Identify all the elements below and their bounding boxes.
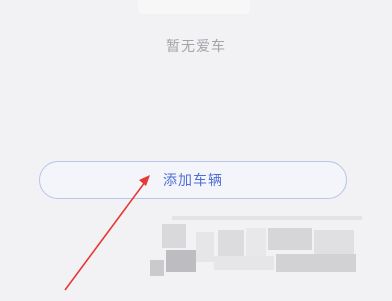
placeholder-image-edge: [138, 0, 250, 14]
empty-state-message: 暂无爱车: [166, 39, 226, 55]
add-vehicle-button[interactable]: 添加车辆: [39, 161, 347, 199]
blurred-watermark: [150, 210, 365, 301]
add-vehicle-label: 添加车辆: [163, 173, 223, 189]
